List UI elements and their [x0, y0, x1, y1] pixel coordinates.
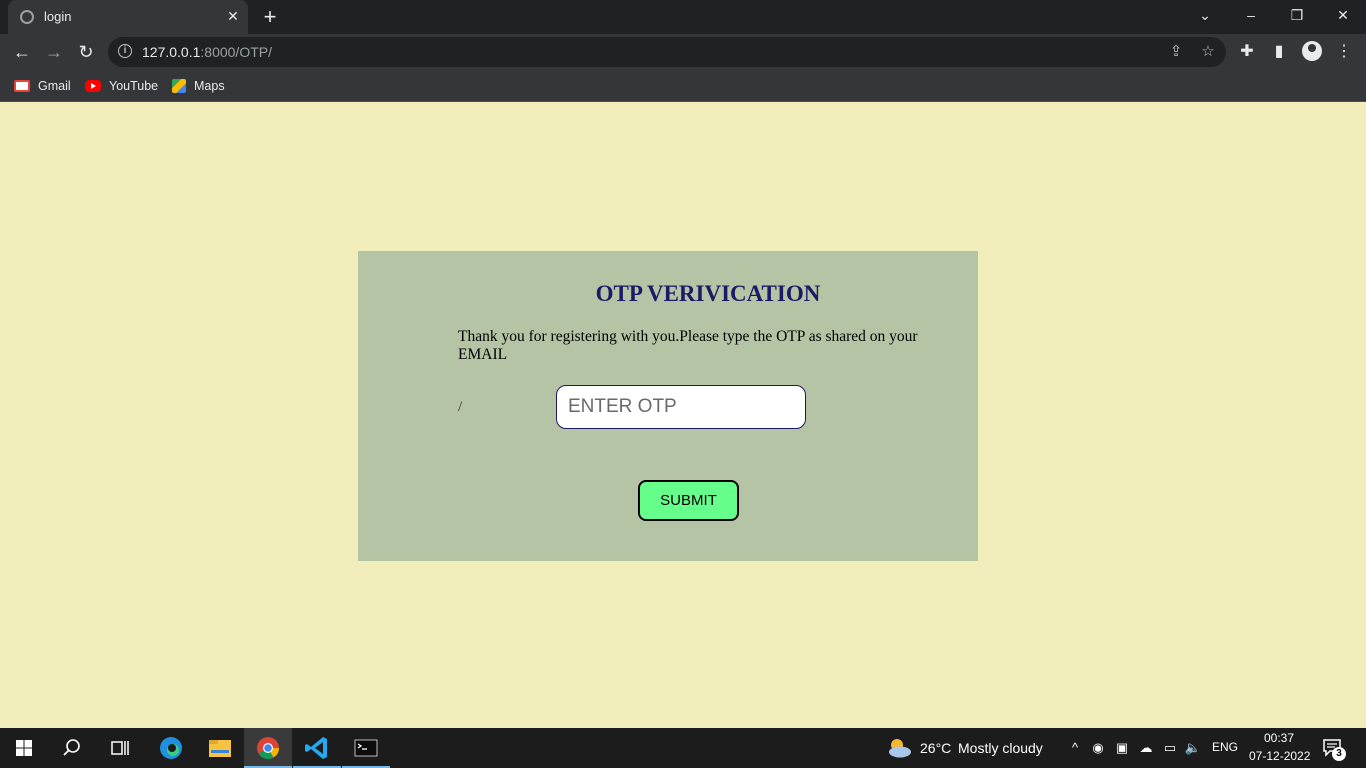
notification-center-button[interactable]: 3 [1322, 737, 1346, 761]
close-window-button[interactable]: ✕ [1320, 0, 1366, 30]
bookmarks-bar: Gmail YouTube Maps [0, 70, 1366, 102]
search-icon [63, 739, 80, 756]
back-button[interactable]: ← [8, 38, 36, 66]
tab-search-chevron-icon[interactable]: ⌄ [1182, 0, 1228, 30]
chrome-menu-icon[interactable]: ⋮ [1331, 38, 1357, 66]
vscode-icon [305, 737, 327, 759]
start-button[interactable] [0, 728, 48, 768]
bookmark-label: YouTube [109, 79, 159, 93]
tab-close-icon[interactable]: ✕ [224, 7, 242, 25]
browser-toolbar: ← → ↻ i 127.0.0.1:8000/OTP/ ⇪ ☆ [0, 34, 1366, 70]
submit-button[interactable]: SUBMIT [638, 480, 739, 521]
clock-date[interactable]: 07-12-2022 [1249, 749, 1310, 763]
onedrive-cloud-icon[interactable]: ☁ [1136, 738, 1156, 758]
url-path: :8000/OTP/ [200, 44, 272, 60]
weather-description[interactable]: Mostly cloudy [958, 740, 1043, 756]
taskbar-file-explorer[interactable] [195, 728, 243, 768]
page-title: OTP VERIVICATION [595, 281, 821, 306]
url-host: 127.0.0.1 [142, 44, 201, 60]
bookmark-youtube[interactable]: YouTube [85, 77, 158, 95]
file-explorer-icon [209, 740, 231, 757]
otp-card: OTP VERIVICATION Thank you for registeri… [358, 251, 978, 561]
input-language[interactable]: ENG [1212, 740, 1238, 754]
restore-button[interactable]: ❐ [1274, 0, 1320, 30]
tab-strip: login ✕ + ⌄ – ❐ ✕ [0, 0, 1366, 34]
reload-button[interactable]: ↻ [72, 38, 100, 66]
bookmark-label: Maps [194, 79, 225, 93]
windows-logo-icon [16, 740, 32, 756]
gmail-icon [14, 79, 30, 92]
tab-title: login [44, 9, 72, 24]
stray-text: / [458, 399, 463, 415]
chrome-icon [257, 737, 279, 759]
otp-input[interactable] [556, 385, 806, 429]
address-bar[interactable]: i 127.0.0.1:8000/OTP/ ⇪ ☆ [108, 37, 1226, 67]
maps-icon [172, 78, 186, 93]
weather-cloud-sun-icon[interactable] [884, 736, 914, 760]
weather-temperature[interactable]: 26°C [920, 740, 951, 756]
minimize-button[interactable]: – [1228, 0, 1274, 30]
taskbar-terminal[interactable] [342, 728, 390, 768]
bookmark-star-icon[interactable]: ☆ [1198, 42, 1218, 62]
browser-tab[interactable]: login ✕ [8, 0, 248, 34]
site-info-icon[interactable]: i [118, 44, 132, 58]
taskbar-search-button[interactable] [48, 728, 96, 768]
meet-now-icon[interactable]: ▣ [1112, 738, 1132, 758]
edge-icon [160, 737, 182, 759]
bookmark-label: Gmail [38, 79, 71, 93]
globe-icon [20, 10, 34, 24]
taskbar-chrome[interactable] [244, 728, 292, 768]
new-tab-button[interactable]: + [258, 5, 282, 29]
forward-button[interactable]: → [40, 38, 68, 66]
notification-count-badge: 3 [1332, 747, 1346, 761]
volume-icon[interactable]: 🔈 [1183, 738, 1203, 758]
task-view-button[interactable] [96, 728, 144, 768]
show-hidden-icons-chevron-icon[interactable]: ^ [1065, 738, 1085, 758]
clock-time[interactable]: 00:37 [1264, 731, 1294, 745]
record-icon[interactable]: ◉ [1088, 738, 1108, 758]
taskbar-vscode[interactable] [293, 728, 341, 768]
taskbar: 26°C Mostly cloudy ^ ◉ ▣ ☁ ▭ 🔈 ENG 00:37… [0, 728, 1366, 768]
youtube-icon [85, 79, 101, 92]
share-icon[interactable]: ⇪ [1166, 42, 1186, 62]
terminal-icon [354, 739, 378, 757]
task-view-icon [111, 741, 129, 755]
profile-avatar-icon[interactable] [1302, 41, 1322, 61]
taskbar-edge[interactable] [146, 728, 194, 768]
extensions-icon[interactable]: ✚ [1234, 38, 1260, 66]
bookmark-gmail[interactable]: Gmail [14, 77, 71, 95]
bookmark-maps[interactable]: Maps [172, 77, 225, 95]
side-panel-icon[interactable]: ▮ [1266, 38, 1292, 66]
instruction-text: Thank you for registering with you.Pleas… [458, 328, 918, 363]
battery-icon[interactable]: ▭ [1160, 738, 1180, 758]
url-text[interactable]: 127.0.0.1:8000/OTP/ [142, 44, 272, 60]
